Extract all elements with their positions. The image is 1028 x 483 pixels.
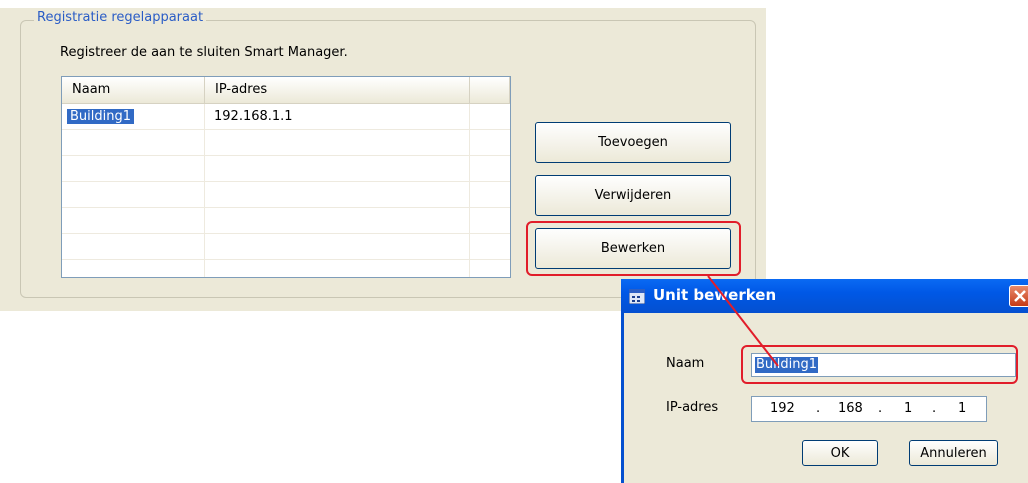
callout-connector [707, 275, 779, 367]
